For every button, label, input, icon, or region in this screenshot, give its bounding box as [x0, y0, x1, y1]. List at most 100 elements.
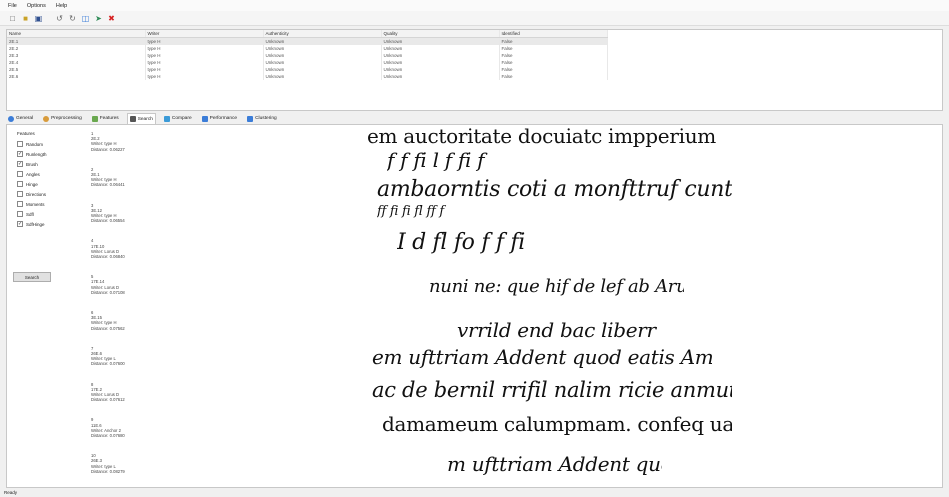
features-title: Features [17, 131, 35, 136]
col-quality[interactable]: Quality [381, 30, 500, 38]
list-item[interactable]: 7 26E.6 Writer: type L Distance: 0.07600 [91, 346, 181, 382]
filter-icon [91, 115, 98, 122]
globe-icon [8, 115, 14, 122]
cell-name: 2E.1 [7, 37, 146, 45]
cell-identified: False [499, 59, 608, 66]
col-authenticity[interactable]: Authenticity [263, 30, 382, 38]
table-row[interactable]: 2E.1 type H Unknown Unknown False [7, 37, 608, 45]
feature-label: Directions [26, 191, 47, 197]
feature-sdfhinge[interactable]: ✓ SdfHinge [13, 219, 75, 229]
list-item[interactable]: 10 26E.3 Writer: type L Distance: 0.08279 [91, 453, 181, 489]
checkbox-sdfl[interactable] [17, 211, 23, 217]
result-distance: Distance: 0.07562 [91, 325, 125, 331]
tab-clustering-label: Clustering [255, 116, 277, 121]
search-panel: Features Random ✓ Runlength ✓ Brush Angles… [6, 124, 943, 488]
tab-search-label: Search [137, 116, 153, 122]
list-item[interactable]: 6 3E.15 Writer: type H Distance: 0.07562 [91, 310, 181, 346]
tab-performance[interactable]: Performance [200, 113, 239, 124]
result-distance: Distance: 0.07680 [91, 432, 125, 438]
cell-writer: type H [145, 59, 264, 66]
table-row[interactable]: 2E.6 type H Unknown Unknown False [7, 73, 608, 80]
manuscript-line: I d fl fo f f fi [397, 219, 727, 267]
list-item[interactable]: 2 2E.1 Writer: type H Distance: 0.06441 [91, 167, 181, 203]
checkbox-brush[interactable]: ✓ [17, 161, 23, 167]
undo-icon[interactable]: ↺ [55, 14, 64, 23]
list-item[interactable]: 9 11E.6 Writer: Anchor 2 Distance: 0.07680 [91, 417, 181, 453]
cell-writer: type H [145, 52, 264, 59]
result-distance: Distance: 0.07612 [91, 397, 125, 403]
feature-hinge[interactable]: Hinge [13, 179, 75, 189]
tab-clustering[interactable]: Clustering [245, 113, 279, 124]
export-icon[interactable]: ➤ [94, 14, 103, 23]
cell-authenticity: Unknown [263, 59, 382, 66]
tab-compare[interactable]: Compare [162, 113, 194, 124]
manuscript-line: em ufttriam Addent quod eatis Amr [372, 345, 712, 369]
result-distance: Distance: 0.06441 [91, 182, 125, 188]
checkbox-hinge[interactable] [17, 181, 23, 187]
new-icon[interactable]: □ [8, 14, 17, 23]
copy-icon[interactable]: ◫ [81, 14, 90, 23]
cell-identified: False [499, 37, 608, 45]
col-writer[interactable]: Writer [145, 30, 264, 38]
cell-authenticity: Unknown [263, 73, 382, 80]
feature-label: Brush [26, 161, 38, 167]
feature-random[interactable]: Random [13, 139, 75, 149]
features-group: Features Random ✓ Runlength ✓ Brush Angles… [13, 131, 75, 229]
search-icon [129, 116, 136, 122]
feature-directions[interactable]: Directions [13, 189, 75, 199]
tab-general[interactable]: General [6, 113, 35, 124]
app-window: File Options Help □ ■ ▣ ↺ ↻ ◫ ➤ ✖ Name W… [0, 0, 949, 497]
cell-authenticity: Unknown [263, 66, 382, 73]
menu-file[interactable]: File [8, 3, 17, 9]
feature-label: Sdfl [26, 211, 34, 217]
tab-compare-label: Compare [171, 116, 192, 121]
checkbox-angles[interactable] [17, 171, 23, 177]
col-identified[interactable]: Identified [499, 30, 608, 38]
list-item[interactable]: 3 3E.12 Writer: type H Distance: 0.06554 [91, 203, 181, 239]
redo-icon[interactable]: ↻ [68, 14, 77, 23]
list-item[interactable]: 8 17E.2 Writer: Lorus D Distance: 0.07612 [91, 382, 181, 418]
menu-help[interactable]: Help [56, 3, 67, 9]
tab-preprocessing[interactable]: Preprocessing [41, 113, 84, 124]
feature-brush[interactable]: ✓ Brush [13, 159, 75, 169]
feature-label: Random [26, 141, 44, 147]
chart-icon [201, 115, 208, 122]
tab-performance-label: Performance [209, 116, 238, 121]
table-row[interactable]: 2E.3 type H Unknown Unknown False [7, 52, 608, 59]
tab-features[interactable]: Features [90, 113, 121, 124]
tab-features-label: Features [99, 116, 119, 121]
tab-search[interactable]: Search [126, 113, 156, 124]
col-name[interactable]: Name [7, 30, 146, 38]
feature-moments[interactable]: Moments [13, 199, 75, 209]
feature-sdfl[interactable]: Sdfl [13, 209, 75, 219]
cell-identified: False [499, 66, 608, 73]
results-list: 1 2E.2 Writer: type H Distance: 0.06227 2 2E… [91, 131, 181, 489]
save-icon[interactable]: ▣ [34, 14, 43, 23]
search-button[interactable]: Search [13, 272, 51, 282]
feature-angles[interactable]: Angles [13, 169, 75, 179]
list-item[interactable]: 5 17E.14 Writer: Lorus D Distance: 0.07108 [91, 274, 181, 310]
checkbox-moments[interactable] [17, 201, 23, 207]
feature-runlength[interactable]: ✓ Runlength [13, 149, 75, 159]
result-distance: Distance: 0.06840 [91, 254, 125, 259]
result-distance: Distance: 0.08279 [91, 468, 125, 474]
cell-quality: Unknown [381, 73, 500, 80]
feature-label: SdfHinge [26, 221, 45, 227]
manuscript-line: ff fi fi fl ff f [377, 205, 732, 219]
delete-icon[interactable]: ✖ [107, 14, 116, 23]
checkbox-sdfhinge[interactable]: ✓ [17, 221, 23, 227]
checkbox-runlength[interactable]: ✓ [17, 151, 23, 157]
cell-authenticity: Unknown [263, 45, 382, 52]
list-item[interactable]: 1 2E.2 Writer: type H Distance: 0.06227 [91, 131, 181, 167]
cell-authenticity: Unknown [263, 52, 382, 59]
menu-options[interactable]: Options [27, 3, 46, 9]
table-row[interactable]: 2E.5 type H Unknown Unknown False [7, 66, 608, 73]
checkbox-directions[interactable] [17, 191, 23, 197]
cluster-icon [247, 115, 254, 122]
table-row[interactable]: 2E.2 type H Unknown Unknown False [7, 45, 608, 52]
checkbox-random[interactable] [17, 141, 23, 147]
table-row[interactable]: 2E.4 type H Unknown Unknown False [7, 59, 608, 66]
open-icon[interactable]: ■ [21, 14, 30, 23]
list-item[interactable]: 4 17E.10 Writer: Lorus D Distance: 0.06840 [91, 238, 181, 274]
result-distance: Distance: 0.07108 [91, 289, 125, 295]
